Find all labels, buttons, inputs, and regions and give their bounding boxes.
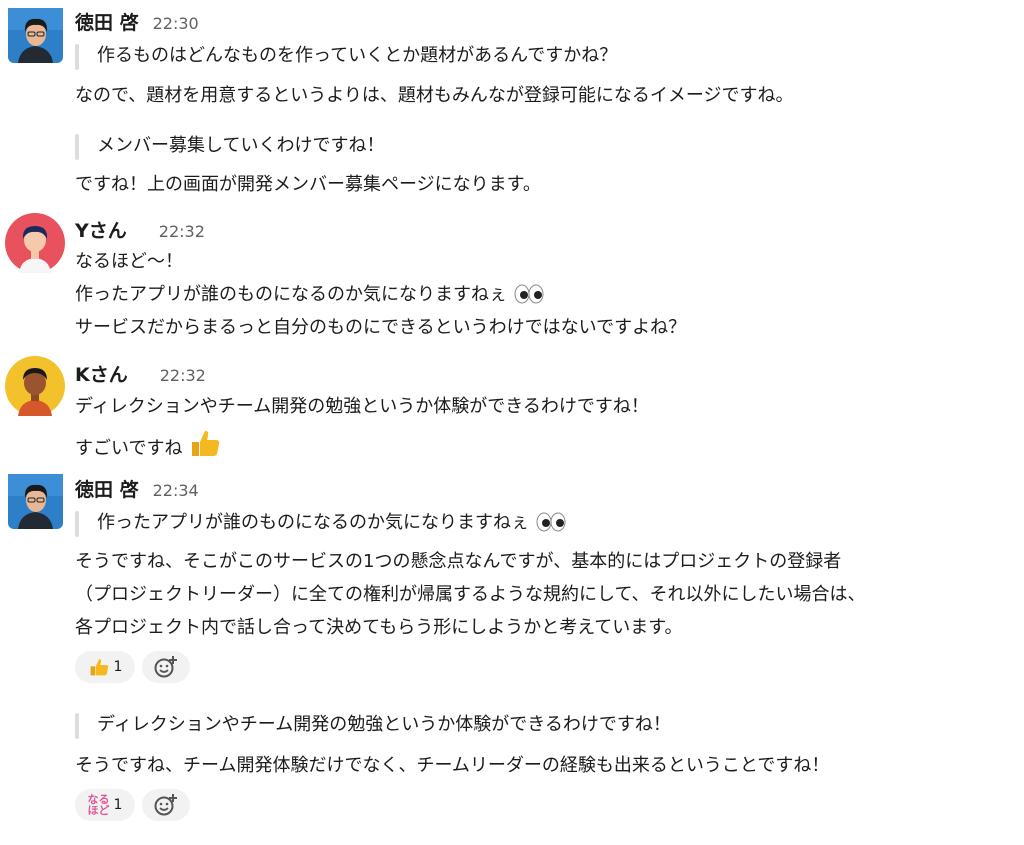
timestamp[interactable]: 22:30 <box>153 14 199 33</box>
message-text: そうですね、そこがこのサービスの1つの懸念点なんですが、基本的にはプロジェクトの… <box>75 551 842 572</box>
message-text: なるほど〜！ <box>75 251 183 272</box>
timestamp[interactable]: 22:32 <box>160 366 206 385</box>
reaction-count: 1 <box>113 659 123 675</box>
add-emoji-icon <box>153 792 179 818</box>
quote-block: ディレクションやチーム開発の勉強というか体験ができるわけですね！ <box>75 712 671 739</box>
author-name[interactable]: 徳田 啓 <box>75 8 139 35</box>
thumbs-up-icon <box>88 657 110 677</box>
quote-block: 作るものはどんなものを作っていくとか題材があるんですかね？ <box>75 43 617 70</box>
avatar[interactable] <box>8 8 63 63</box>
message-text: 作ったアプリが誰のものになるのか気になりますねぇ <box>75 283 545 311</box>
timestamp[interactable]: 22:34 <box>153 481 199 500</box>
avatar[interactable] <box>8 474 63 529</box>
stamp-text-bottom: ほど <box>87 804 110 817</box>
reaction-count: 1 <box>113 797 123 813</box>
quote-text: 作ったアプリが誰のものになるのか気になりますねぇ <box>97 512 529 533</box>
timestamp[interactable]: 22:32 <box>159 222 205 241</box>
add-emoji-icon <box>153 654 179 680</box>
author-name[interactable]: Kさん <box>75 360 128 387</box>
message-text: 各プロジェクト内で話し合って決めてもらう形にしようかと考えています。 <box>75 617 683 638</box>
message-text: （プロジェクトリーダー）に全ての権利が帰属するような規約にして、それ以外にしたい… <box>75 584 866 605</box>
message-header: 徳田 啓 22:34 <box>75 475 199 502</box>
thumbs-up-emoji-icon <box>188 428 222 465</box>
message-text: すごいですね <box>75 428 222 465</box>
reaction-thumbs-up[interactable]: 1 <box>75 651 135 683</box>
quote-block: 作ったアプリが誰のものになるのか気になりますねぇ <box>75 510 567 537</box>
message-text: サービスだからまるっと自分のものにできるというわけではないですよね？ <box>75 317 687 338</box>
message-text: そうですね、チーム開発体験だけでなく、チームリーダーの経験も出来るということです… <box>75 755 830 776</box>
message-text-content: 作ったアプリが誰のものになるのか気になりますねぇ <box>75 284 507 305</box>
reaction-naruhodo[interactable]: なる ほど 1 <box>75 789 135 821</box>
message-text: ですね！上の画面が開発メンバー募集ページになります。 <box>75 174 541 195</box>
message-text: ディレクションやチーム開発の勉強というか体験ができるわけですね！ <box>75 396 649 417</box>
quote-block: メンバー募集していくわけですね！ <box>75 133 384 160</box>
avatar[interactable] <box>5 213 65 273</box>
author-name[interactable]: 徳田 啓 <box>75 475 139 502</box>
author-name[interactable]: Yさん <box>75 216 127 243</box>
message-header: Kさん 22:32 <box>75 360 206 387</box>
message-text-content: すごいですね <box>75 438 183 459</box>
message-header: Yさん 22:32 <box>75 216 205 243</box>
message-header: 徳田 啓 22:30 <box>75 8 199 35</box>
eyes-emoji-icon <box>535 512 567 540</box>
naruhodo-stamp-icon: なる ほど <box>88 794 110 816</box>
add-reaction-button[interactable] <box>142 651 190 683</box>
avatar[interactable] <box>5 356 65 416</box>
eyes-emoji-icon <box>513 284 545 311</box>
add-reaction-button[interactable] <box>142 789 190 821</box>
message-text: なので、題材を用意するというよりは、題材もみんなが登録可能になるイメージですね。 <box>75 85 794 106</box>
